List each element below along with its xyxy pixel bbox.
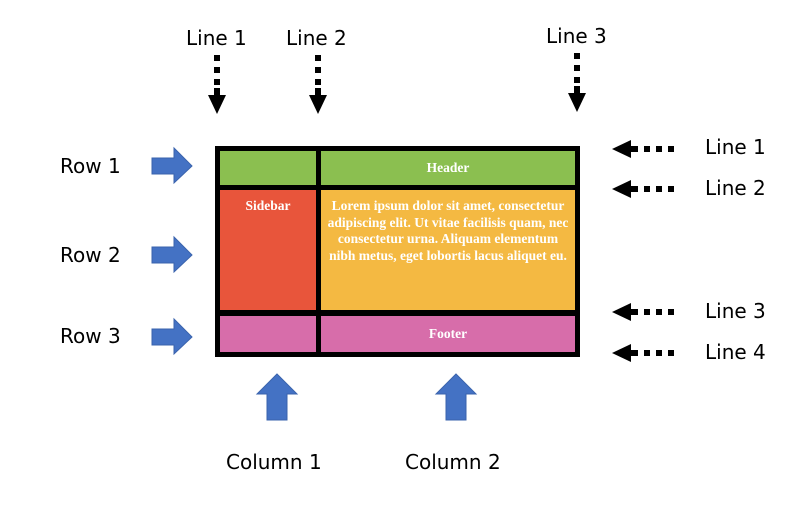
dotted-arrow-left-icon (612, 180, 674, 198)
block-arrow-right-icon (151, 146, 193, 185)
sidebar-label: Sidebar (245, 198, 291, 213)
block-arrow-up-icon (255, 373, 299, 421)
dotted-arrow-down-icon (568, 53, 586, 112)
footer-label: Footer (428, 325, 468, 341)
sidebar-area: Sidebar (220, 190, 316, 310)
row-line-3-label: Line 3 (705, 299, 766, 323)
header-label: Header (426, 159, 470, 175)
css-grid-container: Header Sidebar Lorem ipsum dolor sit ame… (215, 146, 580, 357)
row-3-label: Row 3 (60, 324, 121, 348)
dotted-arrow-left-icon (612, 344, 674, 362)
footer-area-left (220, 316, 316, 352)
column-line-2-label: Line 2 (286, 26, 347, 50)
block-arrow-up-icon (434, 373, 478, 421)
column-line-3-label: Line 3 (546, 24, 607, 48)
footer-area: Footer (321, 316, 575, 352)
dotted-arrow-down-icon (208, 55, 226, 114)
header-area: Header (321, 151, 575, 185)
block-arrow-right-icon (151, 235, 193, 274)
row-line-1-label: Line 1 (705, 135, 766, 159)
column-1-label: Column 1 (226, 450, 322, 474)
row-1-label: Row 1 (60, 154, 121, 178)
main-content-text: Lorem ipsum dolor sit amet, consectetur … (327, 198, 569, 263)
dotted-arrow-down-icon (309, 55, 327, 114)
block-arrow-right-icon (151, 317, 193, 356)
column-2-label: Column 2 (405, 450, 501, 474)
main-content-area: Lorem ipsum dolor sit amet, consectetur … (321, 190, 575, 310)
dotted-arrow-left-icon (612, 303, 674, 321)
header-area-left (220, 151, 316, 185)
row-line-2-label: Line 2 (705, 176, 766, 200)
row-line-4-label: Line 4 (705, 340, 766, 364)
dotted-arrow-left-icon (612, 140, 674, 158)
column-line-1-label: Line 1 (186, 26, 247, 50)
row-2-label: Row 2 (60, 243, 121, 267)
